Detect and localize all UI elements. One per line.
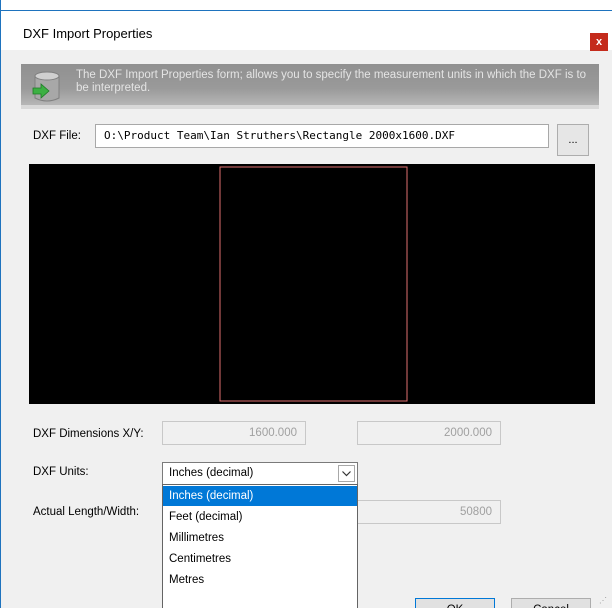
chevron-down-icon[interactable] xyxy=(338,465,355,482)
dxf-preview-canvas xyxy=(29,164,595,404)
units-option[interactable]: Inches (decimal) xyxy=(163,486,357,506)
cancel-button[interactable]: Cancel xyxy=(511,598,591,608)
ok-button[interactable]: OK xyxy=(415,598,495,608)
browse-button[interactable]: ... xyxy=(557,124,589,156)
dxf-rectangle-outline xyxy=(219,166,408,402)
units-option[interactable]: Centimetres xyxy=(163,549,357,569)
dimension-x-field[interactable]: 1600.000 xyxy=(162,421,306,445)
dxf-preview-svg xyxy=(219,166,408,402)
banner-description: The DXF Import Properties form; allows y… xyxy=(76,69,587,94)
info-banner: The DXF Import Properties form; allows y… xyxy=(21,64,599,109)
dxf-import-dialog: DXF Import Properties x The DXF Import P… xyxy=(0,0,612,608)
units-dropdown-list: Inches (decimal) Feet (decimal) Millimet… xyxy=(162,484,358,608)
window-title: DXF Import Properties xyxy=(23,26,153,41)
title-bar: DXF Import Properties x xyxy=(1,10,612,51)
actual-size-label: Actual Length/Width: xyxy=(33,506,140,518)
units-label: DXF Units: xyxy=(33,466,89,478)
units-select[interactable]: Inches (decimal) xyxy=(162,462,358,485)
units-option[interactable]: Feet (decimal) xyxy=(163,507,357,527)
dxf-file-label: DXF File: xyxy=(33,130,81,142)
top-accent xyxy=(1,0,612,10)
resize-grip-icon[interactable]: ⋰ xyxy=(599,596,607,605)
dimensions-label: DXF Dimensions X/Y: xyxy=(33,428,144,440)
dxf-file-path-field[interactable]: O:\Product Team\Ian Struthers\Rectangle … xyxy=(95,124,549,148)
close-button[interactable]: x xyxy=(590,33,608,51)
dimension-y-field[interactable]: 2000.000 xyxy=(357,421,501,445)
units-selected-value: Inches (decimal) xyxy=(169,467,254,479)
units-option[interactable]: Metres xyxy=(163,570,357,590)
database-import-icon xyxy=(32,71,60,102)
actual-width-field[interactable]: 50800 xyxy=(357,500,501,524)
units-option[interactable]: Millimetres xyxy=(163,528,357,548)
